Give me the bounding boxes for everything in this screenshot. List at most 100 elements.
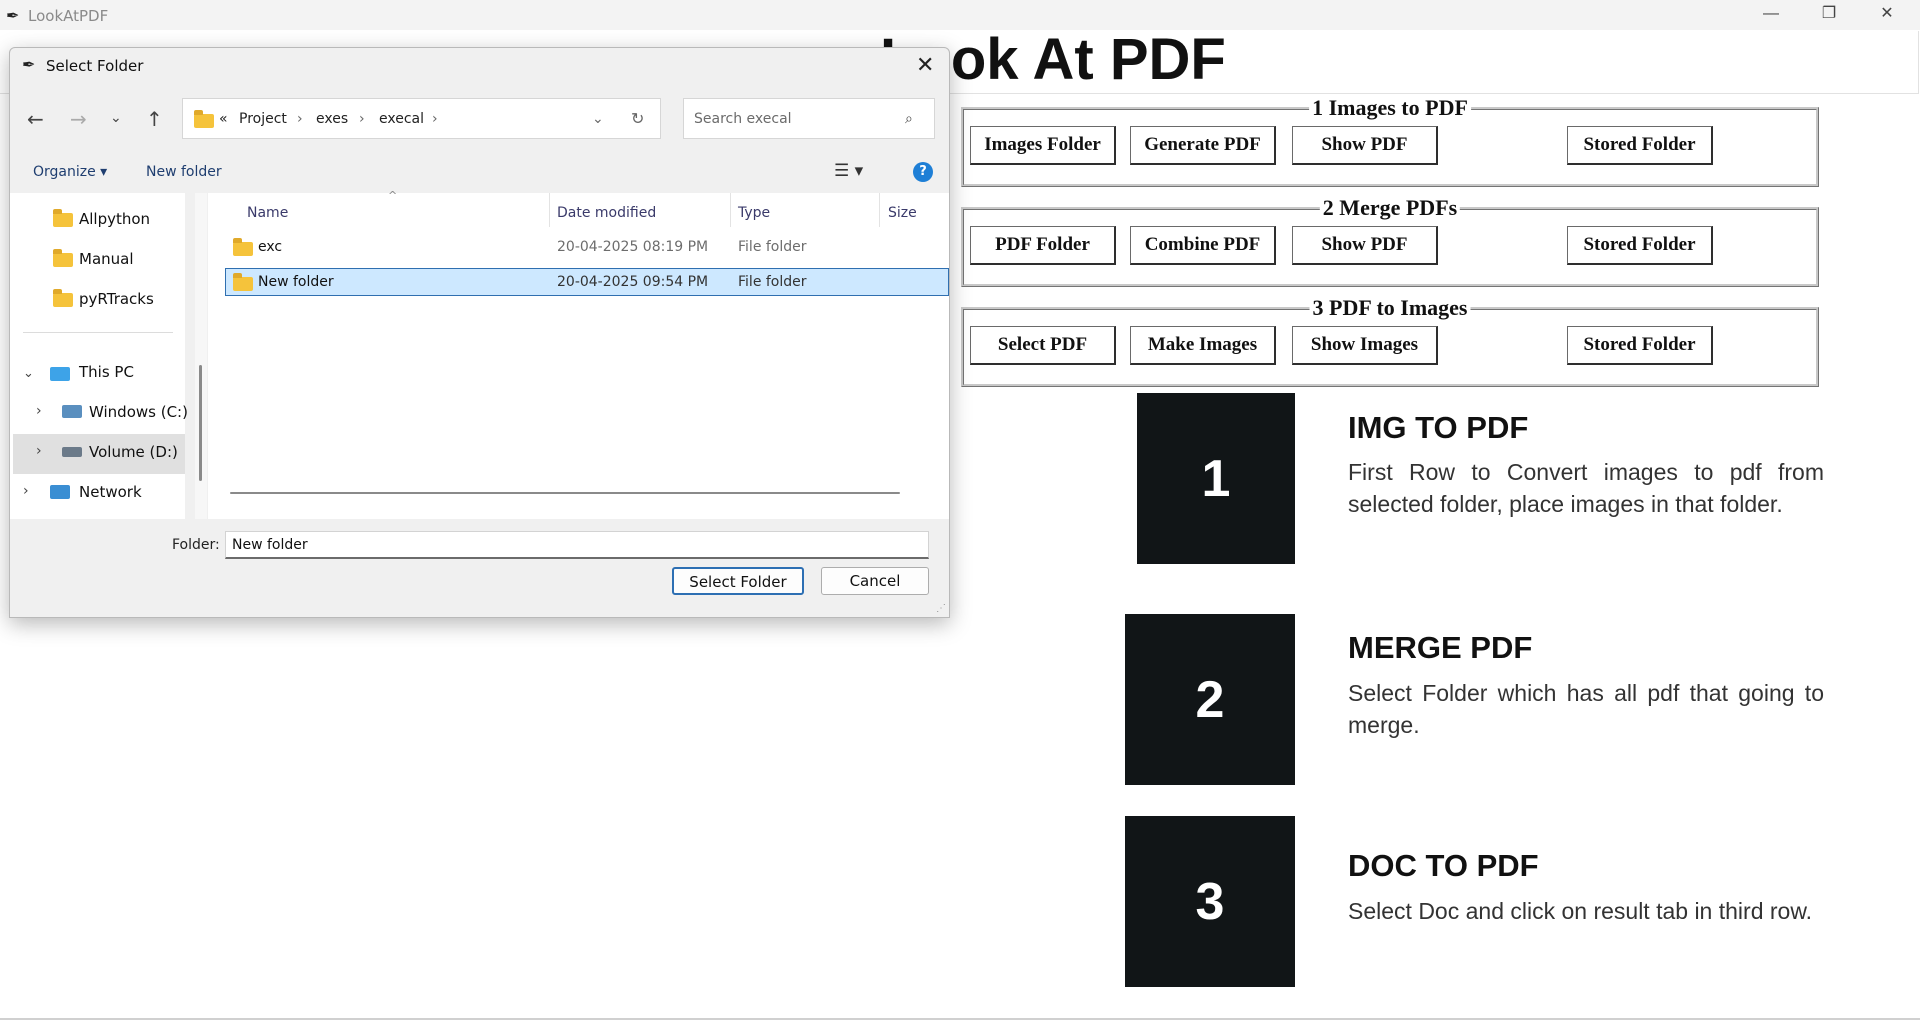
chevron-down-icon[interactable]: ⌄ [23, 366, 34, 381]
drive-icon [62, 405, 82, 418]
computer-icon [50, 367, 70, 381]
address-bar[interactable]: « Project › exes › execal › ⌄ ↻ [182, 98, 661, 139]
stored-folder-button[interactable]: Stored Folder [1567, 326, 1713, 365]
frame-pdf-to-images: 3 PDF to Images Select PDF Make Images S… [961, 295, 1819, 387]
column-header-name[interactable]: Name [247, 205, 288, 221]
file-list: Name ^ Date modified Type Size exc 20-04… [208, 189, 949, 519]
nav-item-network[interactable]: Network [79, 483, 142, 501]
refresh-icon[interactable]: ↻ [631, 109, 644, 128]
address-dropdown-icon[interactable]: ⌄ [592, 111, 604, 127]
help-icon[interactable]: ? [913, 162, 933, 182]
cancel-button[interactable]: Cancel [821, 567, 929, 595]
info-description: First Row to Convert images to pdf from … [1348, 459, 1824, 517]
nav-item-this-pc[interactable]: This PC [79, 363, 134, 381]
folder-name-value: New folder [232, 537, 308, 553]
column-separator [730, 193, 731, 227]
chevron-right-icon: › [359, 111, 365, 127]
app-feather-icon: ✒ [6, 8, 20, 25]
nav-item-volume-d[interactable]: Volume (D:) [89, 443, 178, 461]
info-description: Select Doc and click on result tab in th… [1348, 898, 1813, 924]
recent-locations-chevron-icon[interactable]: ⌄ [110, 110, 122, 126]
step-2-badge: 2 [1125, 614, 1295, 785]
folder-icon [194, 110, 214, 128]
app-title: LookAtPDF [28, 7, 109, 25]
select-pdf-button[interactable]: Select PDF [970, 326, 1116, 365]
frame-title: 3 PDF to Images [1309, 295, 1471, 321]
nav-scrollbar-thumb[interactable] [199, 365, 202, 481]
file-date: 20-04-2025 08:19 PM [557, 239, 709, 255]
make-images-button[interactable]: Make Images [1130, 326, 1276, 365]
search-input[interactable]: Search execal [694, 111, 792, 127]
drive-icon [62, 447, 82, 457]
show-pdf-button[interactable]: Show PDF [1292, 226, 1438, 265]
frame-title: 1 Images to PDF [1309, 95, 1471, 121]
nav-item-pyrtracks[interactable]: pyRTracks [79, 290, 154, 308]
file-type: File folder [738, 274, 807, 290]
column-header-date-modified[interactable]: Date modified [557, 205, 656, 221]
new-folder-button[interactable]: New folder [146, 164, 222, 180]
info-title: MERGE PDF [1348, 630, 1533, 665]
breadcrumb-overflow[interactable]: « [219, 111, 228, 127]
nav-scrollbar[interactable] [195, 193, 207, 519]
nav-item-windows-c[interactable]: Windows (C:) [89, 403, 188, 421]
frame-merge-pdfs: 2 Merge PDFs PDF Folder Combine PDF Show… [961, 195, 1819, 287]
stored-folder-button[interactable]: Stored Folder [1567, 226, 1713, 265]
show-pdf-button[interactable]: Show PDF [1292, 126, 1438, 165]
close-icon[interactable]: ✕ [1858, 0, 1916, 30]
file-row-selected[interactable]: New folder 20-04-2025 09:54 PM File fold… [225, 268, 949, 296]
column-separator [549, 193, 550, 227]
breadcrumb-execal[interactable]: execal [379, 111, 424, 127]
nav-item-manual[interactable]: Manual [79, 250, 134, 268]
show-images-button[interactable]: Show Images [1292, 326, 1438, 365]
back-arrow-icon[interactable]: ← [27, 107, 44, 131]
breadcrumb-exes[interactable]: exes [316, 111, 348, 127]
resize-grip-icon[interactable]: ⋰ [936, 603, 946, 614]
stored-folder-button[interactable]: Stored Folder [1567, 126, 1713, 165]
frame-title: 2 Merge PDFs [1319, 195, 1461, 221]
column-header-size[interactable]: Size [888, 205, 917, 221]
restore-icon[interactable]: ❐ [1800, 0, 1858, 30]
select-folder-button[interactable]: Select Folder [672, 567, 804, 595]
up-arrow-icon[interactable]: ↑ [146, 107, 163, 131]
breadcrumb-project[interactable]: Project [239, 111, 287, 127]
search-icon[interactable]: ⌕ [905, 111, 913, 127]
nav-item-allpython[interactable]: Allpython [79, 210, 150, 228]
folder-name-field[interactable]: New folder [225, 531, 929, 559]
step-1-badge: 1 [1137, 393, 1295, 564]
column-separator [879, 193, 880, 227]
folder-icon [233, 273, 253, 291]
generate-pdf-button[interactable]: Generate PDF [1130, 126, 1276, 165]
dialog-feather-icon: ✒ [22, 57, 36, 74]
file-name: exc [258, 239, 283, 255]
view-options-icon[interactable]: ☰ ▾ [834, 161, 863, 181]
nav-divider [23, 332, 173, 333]
sort-ascending-icon: ^ [388, 189, 398, 202]
navigation-pane: Allpython Manual pyRTracks ⌄ This PC › W… [10, 193, 188, 519]
frame-images-to-pdf: 1 Images to PDF Images Folder Generate P… [961, 95, 1819, 187]
search-box[interactable]: Search execal ⌕ [683, 98, 935, 139]
pdf-folder-button[interactable]: PDF Folder [970, 226, 1116, 265]
minimize-icon[interactable]: — [1742, 0, 1800, 30]
file-type: File folder [738, 239, 807, 255]
file-date: 20-04-2025 09:54 PM [557, 274, 709, 290]
organize-menu[interactable]: Organize ▾ [33, 164, 107, 180]
folder-field-label: Folder: [172, 537, 220, 553]
folder-icon [233, 238, 253, 256]
folder-icon [53, 209, 73, 227]
horizontal-scrollbar-thumb[interactable] [230, 492, 900, 494]
forward-arrow-icon[interactable]: → [70, 107, 87, 131]
info-description: Select Folder which has all pdf that goi… [1348, 680, 1824, 738]
chevron-right-icon[interactable]: › [36, 443, 42, 459]
step-3-badge: 3 [1125, 816, 1295, 987]
chevron-right-icon[interactable]: › [23, 483, 29, 499]
file-name: New folder [258, 274, 334, 290]
chevron-right-icon: › [297, 111, 303, 127]
close-icon[interactable]: ✕ [916, 52, 934, 78]
file-row[interactable]: exc 20-04-2025 08:19 PM File folder [225, 233, 949, 261]
combine-pdf-button[interactable]: Combine PDF [1130, 226, 1276, 265]
chevron-right-icon[interactable]: › [36, 403, 42, 419]
images-folder-button[interactable]: Images Folder [970, 126, 1116, 165]
column-header-type[interactable]: Type [738, 205, 770, 221]
info-title: DOC TO PDF [1348, 848, 1539, 883]
select-folder-dialog: ✒ Select Folder ✕ ← → ⌄ ↑ « Project › ex… [9, 47, 950, 618]
